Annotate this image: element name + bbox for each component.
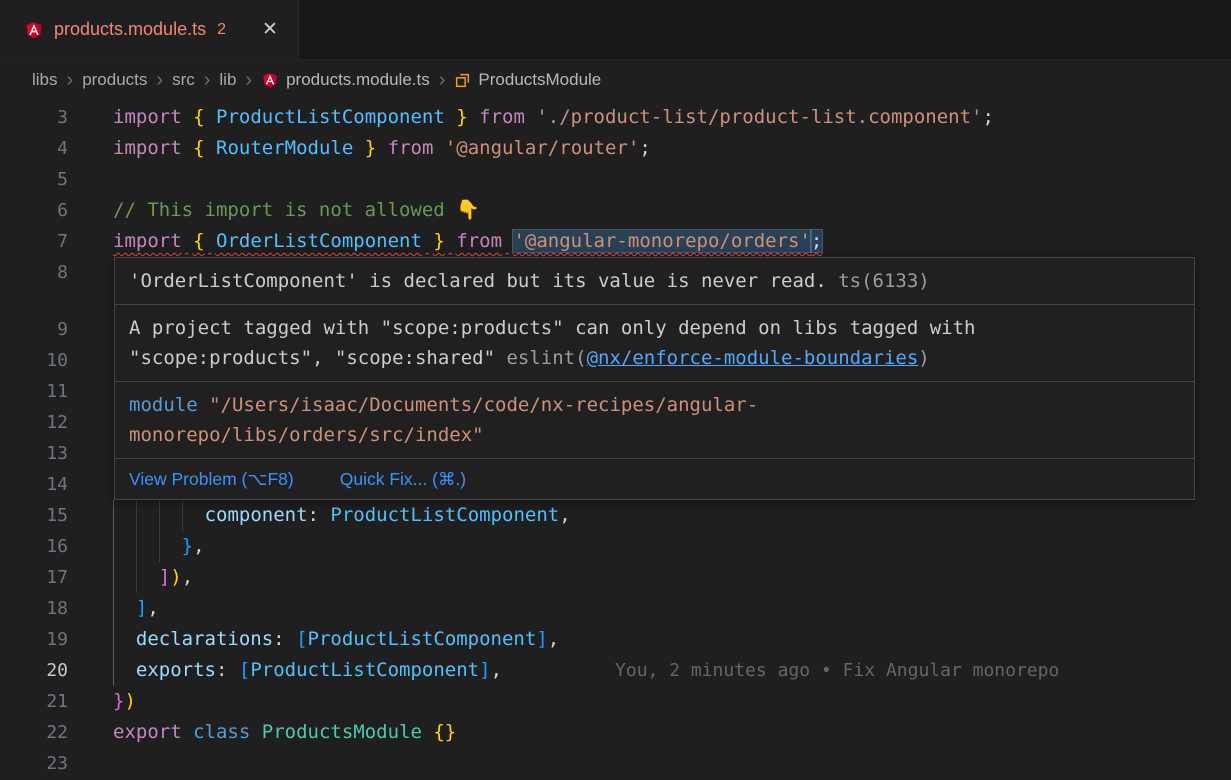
eslint-message-line2-text: "scope:products", "scope:shared" — [129, 347, 495, 369]
class-icon — [454, 72, 471, 89]
code-text: // This import is not allowed 👇 — [113, 195, 480, 226]
line-number[interactable]: 11 — [0, 376, 68, 407]
code-text: import { ProductListComponent } from './… — [113, 102, 994, 133]
chevron-right-icon: › — [156, 70, 163, 90]
line-number[interactable]: 18 — [0, 593, 68, 624]
line-number[interactable]: 9 — [0, 314, 68, 345]
line-number[interactable]: 15 — [0, 500, 68, 531]
hover-actions: View Problem (⌥F8) Quick Fix... (⌘.) — [115, 459, 1194, 499]
hover-module-info: module "/Users/isaac/Documents/code/nx-r… — [115, 382, 1194, 458]
breadcrumb-item-products[interactable]: products — [82, 70, 147, 90]
eslint-rule-link[interactable]: @nx/enforce-module-boundaries — [587, 347, 919, 369]
breadcrumb-item-src[interactable]: src — [172, 70, 195, 90]
code-line[interactable]: 22 export class ProductsModule {} — [0, 717, 1231, 748]
tab-bar: products.module.ts 2 ✕ — [0, 0, 1231, 60]
tab-title: products.module.ts — [54, 19, 206, 40]
git-blame-annotation: You, 2 minutes ago • Fix Angular monorep… — [615, 655, 1059, 686]
angular-icon — [261, 71, 279, 89]
hover-popup: 'OrderListComponent' is declared but its… — [114, 257, 1195, 500]
angular-icon — [24, 20, 44, 40]
code-line[interactable]: 19 declarations: [ProductListComponent], — [0, 624, 1231, 655]
code-text: export class ProductsModule {} — [113, 717, 456, 748]
code-line[interactable]: 18 ], — [0, 593, 1231, 624]
breadcrumb-symbol-label: ProductsModule — [478, 70, 601, 90]
close-icon[interactable]: ✕ — [262, 18, 278, 41]
code-line[interactable]: 20 exports: [ProductListComponent], You, … — [0, 655, 1231, 686]
module-path-line1: module "/Users/isaac/Documents/code/nx-r… — [129, 390, 1180, 420]
view-problem-action[interactable]: View Problem (⌥F8) — [129, 466, 294, 492]
code-line[interactable]: 16 }, — [0, 531, 1231, 562]
chevron-right-icon: › — [67, 70, 74, 90]
breadcrumb-item-lib[interactable]: lib — [219, 70, 236, 90]
line-number[interactable]: 20 — [0, 655, 68, 686]
code-text: }) — [113, 686, 136, 717]
line-number[interactable]: 4 — [0, 133, 68, 164]
code-editor[interactable]: 3 import { ProductListComponent } from '.… — [0, 100, 1231, 779]
code-line[interactable]: 21}) — [0, 686, 1231, 717]
ts-message-text: 'OrderListComponent' is declared but its… — [129, 270, 827, 292]
code-text: ]), — [113, 562, 193, 593]
hover-ts-message: 'OrderListComponent' is declared but its… — [115, 258, 1194, 304]
code-line[interactable]: 5 — [0, 164, 1231, 195]
line-number[interactable]: 21 — [0, 686, 68, 717]
code-line[interactable]: 17 ]), — [0, 562, 1231, 593]
line-number[interactable]: 17 — [0, 562, 68, 593]
line-number[interactable]: 23 — [0, 748, 68, 779]
breadcrumb-item-symbol[interactable]: ProductsModule — [454, 70, 601, 90]
hover-eslint-message: A project tagged with "scope:products" c… — [115, 305, 1194, 381]
line-number[interactable]: 13 — [0, 438, 68, 469]
line-number[interactable]: 10 — [0, 345, 68, 376]
chevron-right-icon: › — [245, 70, 252, 90]
line-number[interactable]: 6 — [0, 195, 68, 226]
code-text: component: ProductListComponent, — [113, 500, 571, 531]
eslint-source-prefix: eslint( — [495, 347, 587, 369]
breadcrumb-file-label: products.module.ts — [286, 70, 430, 90]
code-text: import { RouterModule } from '@angular/r… — [113, 133, 651, 164]
module-path-text2: monorepo/libs/orders/src/index" — [129, 424, 484, 446]
line-number[interactable]: 5 — [0, 164, 68, 195]
chevron-right-icon: › — [439, 70, 446, 90]
code-text: declarations: [ProductListComponent], — [113, 624, 559, 655]
line-number[interactable]: 14 — [0, 469, 68, 500]
breadcrumb-item-libs[interactable]: libs — [32, 70, 58, 90]
eslint-message-line1: A project tagged with "scope:products" c… — [129, 313, 1180, 343]
eslint-source-suffix: ) — [918, 347, 929, 369]
breadcrumb-item-file[interactable]: products.module.ts — [261, 70, 430, 90]
code-text: ], — [113, 593, 159, 624]
line-number[interactable]: 22 — [0, 717, 68, 748]
code-line[interactable]: 15 component: ProductListComponent, — [0, 500, 1231, 531]
line-number[interactable]: 12 — [0, 407, 68, 438]
code-line[interactable]: 4 import { RouterModule } from '@angular/… — [0, 133, 1231, 164]
quick-fix-action[interactable]: Quick Fix... (⌘.) — [340, 466, 466, 492]
code-text: import { OrderListComponent } from '@ang… — [113, 226, 822, 257]
line-number[interactable]: 7 — [0, 226, 68, 257]
code-line[interactable]: 6 // This import is not allowed 👇 — [0, 195, 1231, 226]
code-line[interactable]: 3 import { ProductListComponent } from '.… — [0, 102, 1231, 133]
code-line[interactable]: 7 import { OrderListComponent } from '@an… — [0, 226, 1231, 257]
tab-problems-badge: 2 — [217, 21, 226, 39]
eslint-message-line2: "scope:products", "scope:shared" eslint(… — [129, 343, 1180, 373]
tab-products-module[interactable]: products.module.ts 2 ✕ — [0, 0, 299, 59]
breadcrumb: libs › products › src › lib › products.m… — [0, 60, 1231, 100]
module-keyword: module — [129, 394, 198, 416]
code-text: }, — [113, 531, 205, 562]
ts-error-code: ts(6133) — [838, 270, 930, 292]
chevron-right-icon: › — [204, 70, 211, 90]
code-line[interactable]: 23 — [0, 748, 1231, 779]
line-number[interactable]: 3 — [0, 102, 68, 133]
line-number[interactable]: 8 — [0, 257, 68, 288]
code-text: exports: [ProductListComponent], — [113, 655, 502, 686]
module-path-text1: "/Users/isaac/Documents/code/nx-recipes/… — [198, 394, 759, 416]
module-path-line2: monorepo/libs/orders/src/index" — [129, 420, 1180, 450]
line-number[interactable]: 19 — [0, 624, 68, 655]
line-number[interactable]: 16 — [0, 531, 68, 562]
